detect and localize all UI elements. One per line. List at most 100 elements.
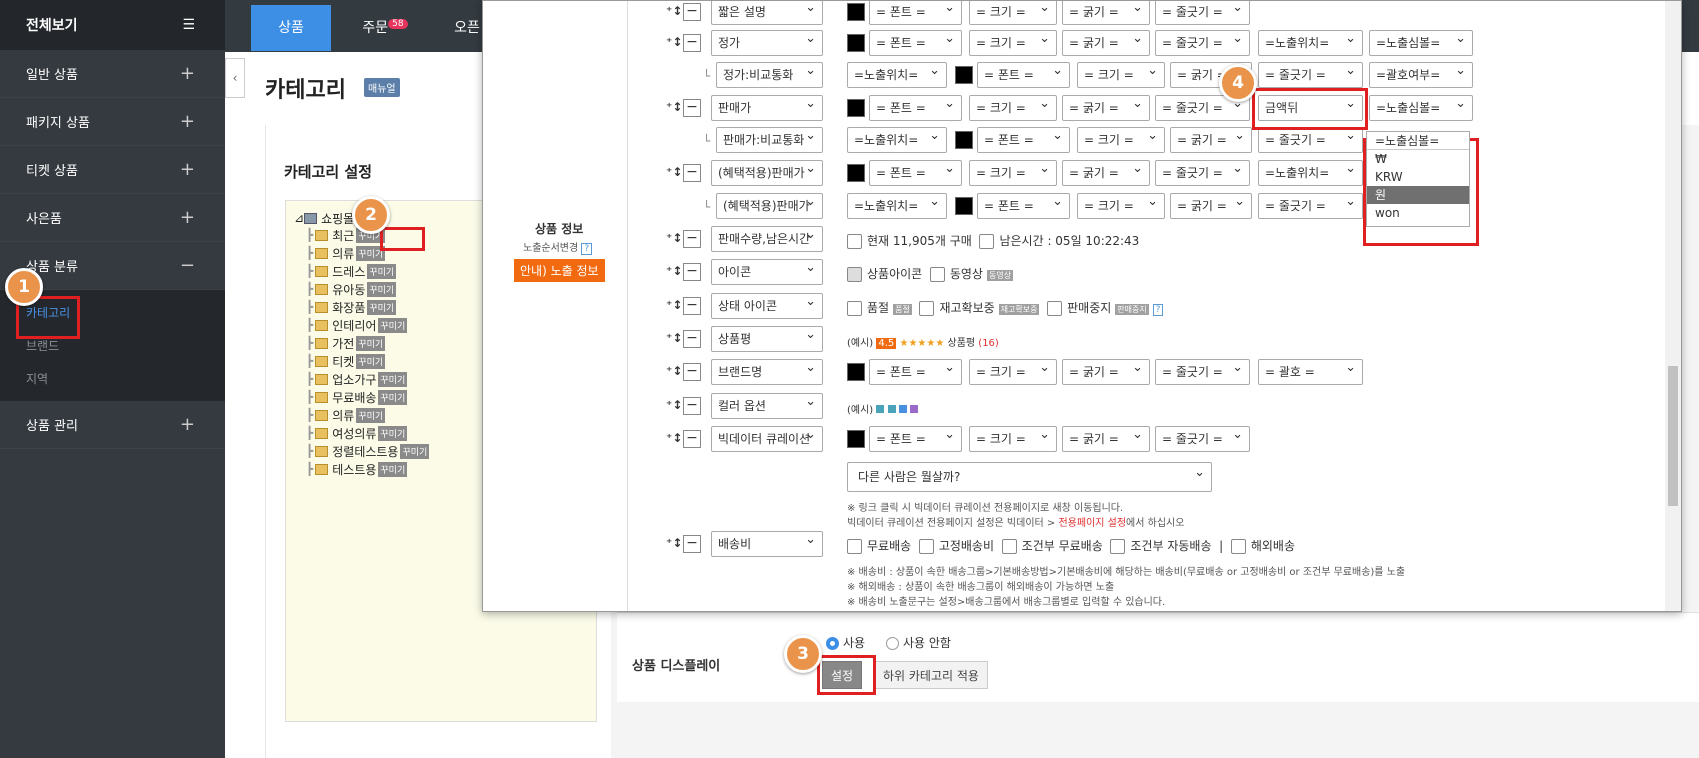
deco-button[interactable]: 꾸미기 [400,443,430,459]
shipping-option[interactable]: 무료배송 고정배송비 조건부 무료배송 조건부 자동배송 | 해외배송 [847,537,1295,554]
bigdata-setting-link[interactable]: 전용페이지 설정 [1058,518,1126,529]
tab-open[interactable]: 오픈 [447,5,487,51]
tree-item[interactable]: ┣ 정렬테스트용 꾸미기 [306,442,430,460]
checkbox[interactable] [1001,539,1017,554]
deco-button[interactable]: 꾸미기 [367,263,397,279]
help-icon[interactable]: ? [1152,304,1164,316]
move-icon[interactable]: ⁺↕ [666,4,682,18]
checkbox[interactable] [918,539,934,554]
size-select[interactable]: = 크기 = [1077,193,1165,219]
font-select[interactable]: = 폰트 = [869,160,962,186]
row-type-select[interactable]: 정가:비교통화 [716,62,823,88]
size-select[interactable]: = 크기 = [1077,62,1165,88]
font-select[interactable]: = 폰트 = [869,359,962,385]
tab-order[interactable]: 주문 58 [345,5,425,51]
radio-unselected[interactable] [886,637,899,650]
sidebar-item-package[interactable]: 패키지 상품 + [0,98,225,146]
symbol-dropdown[interactable]: =노출심볼= ₩ KRW 원 won [1366,131,1470,227]
deco-button[interactable]: 꾸미기 [378,317,408,333]
line-select[interactable]: = 줄긋기 = [1155,426,1250,452]
color-swatch[interactable] [955,131,973,149]
sidebar-item-ticket[interactable]: 티켓 상품 + [0,146,225,194]
deco-button[interactable]: 꾸미기 [378,371,408,387]
remove-row-button[interactable]: − [683,263,701,281]
weight-select[interactable]: = 굵기 = [1062,359,1150,385]
position-select[interactable]: =노출위치= [847,193,947,219]
remove-row-button[interactable]: − [683,363,701,381]
font-select[interactable]: = 폰트 = [869,95,962,121]
deco-button[interactable]: 꾸미기 [356,335,386,351]
line-select[interactable]: = 줄긋기 = [1258,62,1363,88]
sales-count-option[interactable]: 현재 11,905개 구매 남은시간 : 05일 10:22:43 [847,232,1139,249]
row-type-select[interactable]: 판매가 [711,95,823,121]
radio-selected[interactable] [826,637,839,650]
row-type-select[interactable]: 판매수량,남은시간 [711,226,823,252]
dropdown-option-won[interactable]: 원 [1367,186,1469,204]
scrollbar-thumb[interactable] [1668,366,1678,506]
radio-nouse[interactable]: 사용 안함 [886,634,951,651]
row-type-select[interactable]: 정가 [711,30,823,56]
color-swatch[interactable] [847,3,865,21]
expand-icon[interactable]: ⊿ [294,211,304,225]
position-select[interactable]: =노출위치= [1258,160,1363,186]
row-type-select[interactable]: 짧은 설명 [711,1,823,25]
manual-badge[interactable]: 매뉴얼 [364,78,400,97]
dropdown-option-krw[interactable]: KRW [1367,168,1469,186]
row-type-select[interactable]: (혜택적용)판매가 [711,160,823,186]
weight-select[interactable]: = 굵기 = [1062,30,1150,56]
remove-row-button[interactable]: − [683,3,701,21]
tree-item[interactable]: ┣ 인테리어 꾸미기 [306,316,408,334]
row-type-select[interactable]: 컬러 옵션 [711,393,823,419]
sidebar-sub-region[interactable]: 지역 [0,362,225,395]
tab-product[interactable]: 상품 [251,5,331,51]
checkbox[interactable] [847,539,862,554]
sidebar-item-manage[interactable]: 상품 관리 + [0,401,225,449]
tree-item[interactable]: ┣ 가전 꾸미기 [306,334,386,352]
line-select[interactable]: = 줄긋기 = [1155,359,1250,385]
position-select[interactable]: =노출위치= [847,127,947,153]
checkbox[interactable] [847,234,862,249]
checkbox[interactable] [929,267,945,282]
font-select[interactable]: = 폰트 = [869,426,962,452]
dropdown-option-won-en[interactable]: won [1367,204,1469,222]
deco-button[interactable]: 꾸미기 [378,425,408,441]
deco-button[interactable]: 꾸미기 [367,299,397,315]
symbol-select[interactable]: =노출심볼= [1369,95,1473,121]
line-select[interactable]: = 줄긋기 = [1258,127,1363,153]
sidebar-item-general[interactable]: 일반 상품 + [0,50,225,98]
help-icon[interactable]: ? [581,243,593,255]
deco-button[interactable]: 꾸미기 [367,281,397,297]
size-select[interactable]: = 크기 = [969,160,1057,186]
size-select[interactable]: = 크기 = [969,1,1057,25]
font-select[interactable]: = 폰트 = [869,30,962,56]
menu-icon[interactable]: ☰ [182,17,195,33]
bigdata-title-input[interactable]: 다른 사람은 뭘살까? [847,462,1212,492]
move-icon[interactable]: ⁺↕ [666,298,682,312]
font-select[interactable]: = 폰트 = [977,193,1070,219]
weight-select[interactable]: = 굵기 = [1170,127,1252,153]
row-type-select[interactable]: 배송비 [711,531,823,557]
row-type-select[interactable]: 빅데이터 큐레이션 [711,426,823,452]
color-swatch[interactable] [847,34,865,52]
size-select[interactable]: = 크기 = [969,426,1057,452]
remove-row-button[interactable]: − [683,230,701,248]
color-swatch[interactable] [847,164,865,182]
color-swatch[interactable] [955,66,973,84]
paren-select[interactable]: = 괄호 = [1258,359,1363,385]
tree-item[interactable]: ┣ 티켓 꾸미기 [306,352,386,370]
move-icon[interactable]: ⁺↕ [666,35,682,49]
move-icon[interactable]: ⁺↕ [666,398,682,412]
row-type-select[interactable]: 상품평 [711,326,823,352]
remove-row-button[interactable]: − [683,164,701,182]
size-select[interactable]: = 크기 = [969,95,1057,121]
line-select[interactable]: = 줄긋기 = [1155,1,1250,25]
move-icon[interactable]: ⁺↕ [666,264,682,278]
checkbox[interactable] [1230,539,1246,554]
position-select[interactable]: =노출위치= [847,62,947,88]
checkbox[interactable] [1047,301,1063,316]
tree-item[interactable]: ┣ 드레스 꾸미기 [306,262,397,280]
row-type-select[interactable]: 아이콘 [711,259,823,285]
remove-row-button[interactable]: − [683,397,701,415]
symbol-select[interactable]: =노출심볼= [1369,30,1473,56]
tree-item[interactable]: ┣ 화장품 꾸미기 [306,298,397,316]
